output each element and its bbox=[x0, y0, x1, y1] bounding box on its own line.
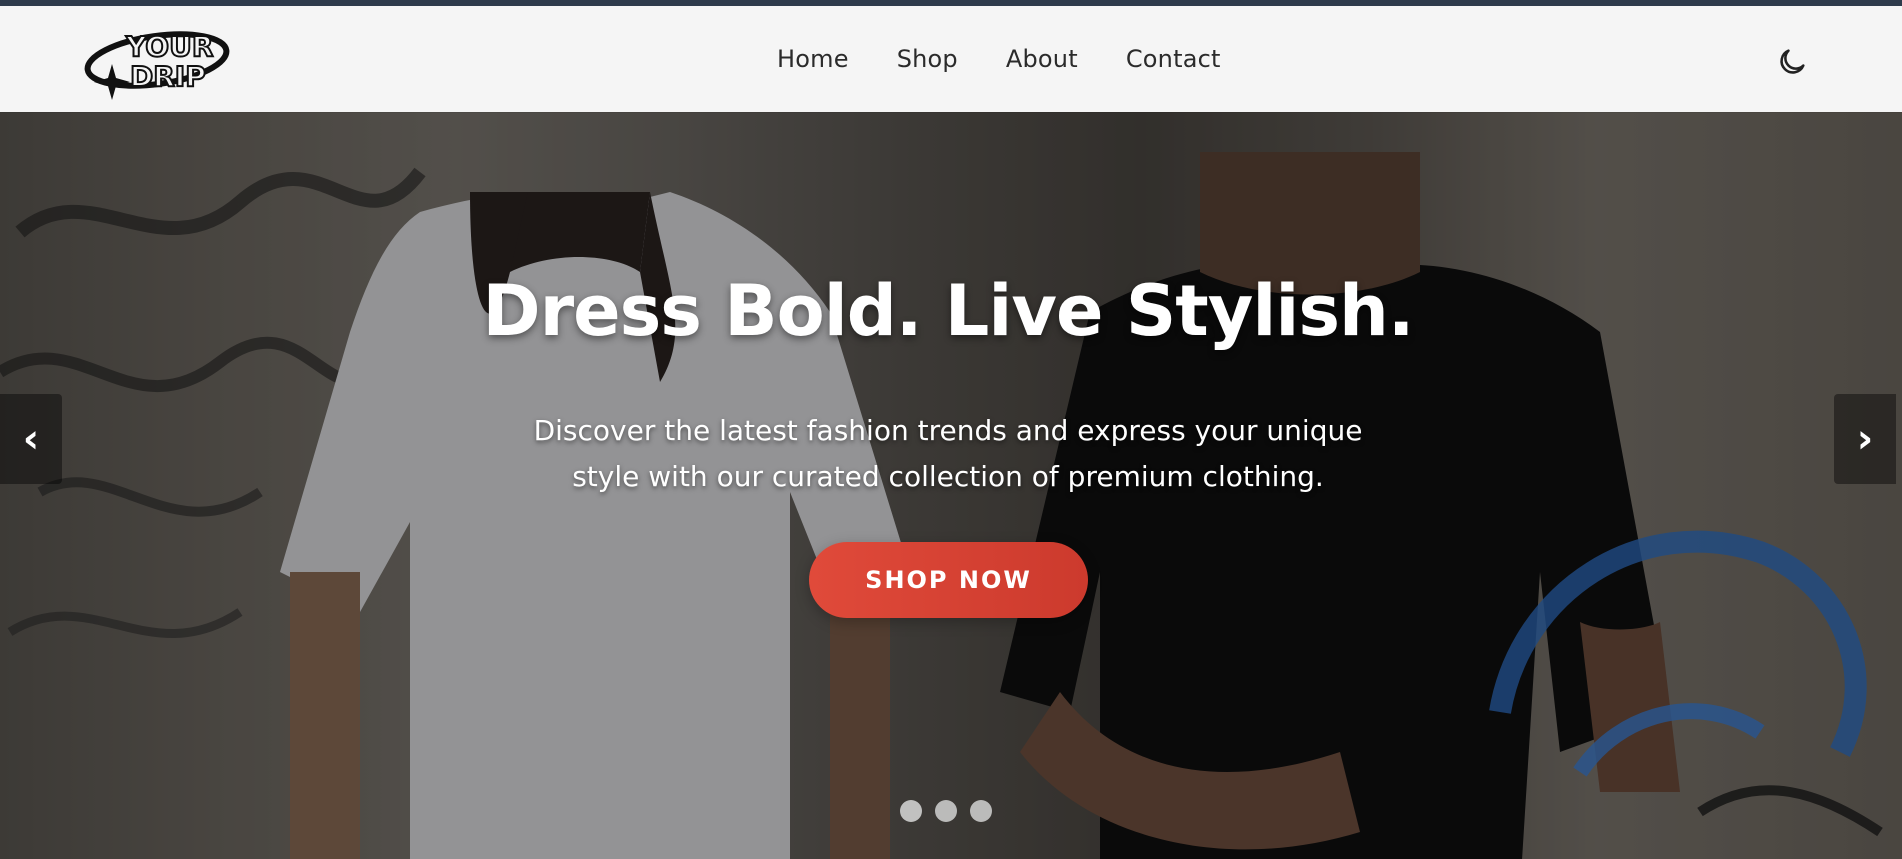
brand-logo[interactable]: YOUR DRIP bbox=[84, 20, 230, 100]
logo-text-your: YOUR bbox=[125, 30, 213, 63]
nav-link-about[interactable]: About bbox=[1006, 45, 1078, 73]
hero-subtitle: Discover the latest fashion trends and e… bbox=[501, 408, 1395, 500]
main-nav: Home Shop About Contact bbox=[777, 6, 1221, 112]
carousel-dots bbox=[900, 800, 992, 822]
carousel-prev-button[interactable]: ‹ bbox=[0, 394, 62, 484]
hero-subtitle-line-1: Discover the latest fashion trends and e… bbox=[533, 414, 1363, 447]
theme-toggle-button[interactable] bbox=[1772, 42, 1812, 82]
carousel-dot-2[interactable] bbox=[935, 800, 957, 822]
logo-text-drip: DRIP bbox=[130, 60, 206, 93]
site-header: YOUR DRIP Home Shop About Contact bbox=[0, 6, 1902, 112]
moon-icon bbox=[1780, 49, 1805, 74]
your-drip-logo-icon: YOUR DRIP bbox=[84, 29, 230, 100]
nav-link-shop[interactable]: Shop bbox=[897, 45, 958, 73]
page-viewport: YOUR DRIP Home Shop About Contact Dress … bbox=[0, 6, 1902, 859]
hero-subtitle-line-2: style with our curated collection of pre… bbox=[572, 460, 1324, 493]
hero-title: Dress Bold. Live Stylish. bbox=[482, 270, 1415, 352]
nav-link-home[interactable]: Home bbox=[777, 45, 849, 73]
chevron-left-icon: ‹ bbox=[22, 416, 40, 462]
carousel-dot-3[interactable] bbox=[970, 800, 992, 822]
hero-carousel: Dress Bold. Live Stylish. Discover the l… bbox=[0, 112, 1902, 859]
chevron-right-icon: › bbox=[1856, 416, 1874, 462]
shop-now-button[interactable]: SHOP NOW bbox=[809, 542, 1088, 618]
carousel-dot-1[interactable] bbox=[900, 800, 922, 822]
nav-link-contact[interactable]: Contact bbox=[1126, 45, 1221, 73]
carousel-next-button[interactable]: › bbox=[1834, 394, 1896, 484]
hero-content: Dress Bold. Live Stylish. Discover the l… bbox=[0, 112, 1902, 859]
